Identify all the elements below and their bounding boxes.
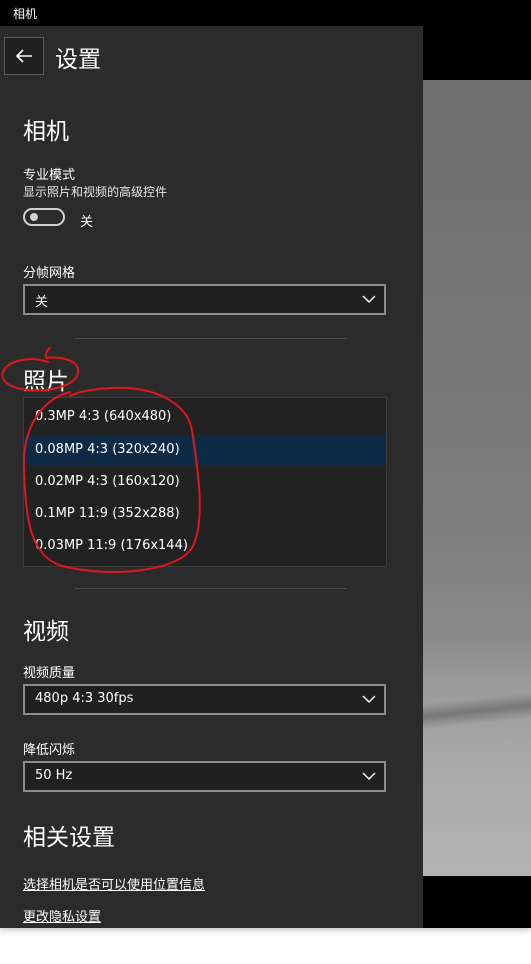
- resolution-option-label: 0.3MP 4:3 (640x480): [35, 409, 172, 424]
- toggle-knob: [30, 213, 38, 221]
- video-quality-dropdown[interactable]: 480p 4:3 30fps: [23, 684, 386, 715]
- section-title-photo: 照片: [23, 369, 69, 395]
- privacy-settings-link[interactable]: 更改隐私设置: [23, 906, 101, 925]
- resolution-option-label: 0.02MP 4:3 (160x120): [35, 474, 180, 489]
- resolution-option-176x144[interactable]: 0.03MP 11:9 (176x144): [24, 531, 386, 562]
- chevron-down-icon: [362, 295, 376, 303]
- resolution-option-label: 0.08MP 4:3 (320x240): [35, 442, 180, 457]
- pro-mode-toggle[interactable]: [23, 208, 65, 226]
- resolution-option-160x120[interactable]: 0.02MP 4:3 (160x120): [24, 467, 386, 498]
- chevron-down-icon: [362, 695, 376, 703]
- photo-resolution-list[interactable]: 0.3MP 4:3 (640x480) 0.08MP 4:3 (320x240)…: [23, 397, 387, 567]
- title-bar: 相机: [0, 0, 531, 26]
- section-title-related: 相关设置: [23, 825, 115, 851]
- framing-grid-value: 关: [35, 295, 49, 310]
- arrow-left-icon: [15, 49, 32, 63]
- camera-app-window: 相机 设置 相机 专业模式 显示照片和视频的高级控件 关 分帧网格 关 照片 0…: [0, 0, 531, 928]
- resolution-option-320x240[interactable]: 0.08MP 4:3 (320x240): [24, 435, 386, 466]
- section-title-camera: 相机: [23, 119, 69, 145]
- flicker-value: 50 Hz: [35, 768, 73, 783]
- back-button[interactable]: [4, 37, 44, 75]
- framing-grid-label: 分帧网格: [23, 266, 76, 281]
- video-quality-value: 480p 4:3 30fps: [35, 691, 134, 706]
- video-quality-label: 视频质量: [23, 666, 76, 681]
- page-title: 设置: [55, 47, 101, 73]
- resolution-option-label: 0.1MP 11:9 (352x288): [35, 506, 180, 521]
- preview-shadow: [423, 692, 531, 730]
- window-title: 相机: [13, 7, 38, 21]
- flicker-label: 降低闪烁: [23, 743, 76, 758]
- framing-grid-dropdown[interactable]: 关: [23, 284, 386, 315]
- resolution-option-352x288[interactable]: 0.1MP 11:9 (352x288): [24, 499, 386, 530]
- location-permission-link[interactable]: 选择相机是否可以使用位置信息: [23, 874, 205, 893]
- resolution-option-label: 0.03MP 11:9 (176x144): [35, 538, 188, 553]
- camera-preview: [423, 80, 531, 876]
- settings-panel: 设置 相机 专业模式 显示照片和视频的高级控件 关 分帧网格 关 照片 0.3M…: [0, 26, 423, 928]
- flicker-dropdown[interactable]: 50 Hz: [23, 761, 386, 792]
- resolution-option-640x480[interactable]: 0.3MP 4:3 (640x480): [24, 402, 386, 433]
- section-title-video: 视频: [23, 619, 69, 645]
- pro-mode-description: 显示照片和视频的高级控件: [23, 185, 168, 199]
- section-divider: [75, 338, 347, 339]
- pro-mode-state: 关: [80, 215, 94, 230]
- chevron-down-icon: [362, 772, 376, 780]
- section-divider: [75, 588, 347, 589]
- pro-mode-label: 专业模式: [23, 168, 76, 183]
